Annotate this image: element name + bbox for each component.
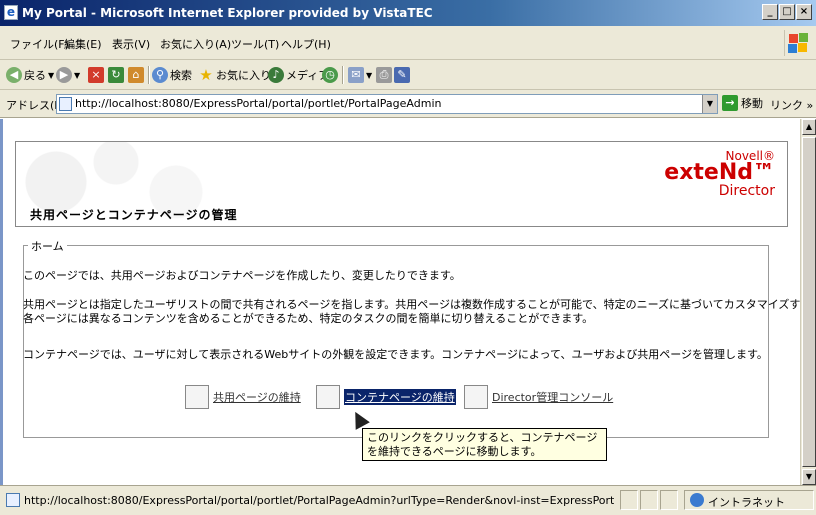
menu-view[interactable]: 表示(V) xyxy=(112,36,150,52)
search-button[interactable]: ⚲ 検索 xyxy=(152,66,192,84)
address-url: http://localhost:8080/ExpressPortal/port… xyxy=(75,97,442,110)
mail-button[interactable]: ✉ ▼ xyxy=(348,66,372,84)
edit-button[interactable]: ✎ xyxy=(394,66,412,84)
window-title-bar[interactable]: e My Portal - Microsoft Internet Explore… xyxy=(0,0,816,26)
stop-button[interactable]: × xyxy=(88,66,106,84)
media-icon: ♪ xyxy=(268,67,284,83)
star-icon: ★ xyxy=(199,66,213,84)
favorites-button[interactable]: ★ お気に入り xyxy=(198,66,271,84)
search-icon: ⚲ xyxy=(152,67,168,83)
page-content: 共用ページとコンテナページの管理 Novell® exteNd™ Directo… xyxy=(0,119,800,485)
print-button[interactable]: ⎙ xyxy=(376,66,394,84)
page-icon xyxy=(59,97,72,111)
ie-app-icon: e xyxy=(4,5,18,20)
home-button[interactable]: ⌂ xyxy=(128,66,146,84)
intranet-globe-icon xyxy=(690,493,704,507)
address-dropdown-button[interactable]: ▼ xyxy=(702,95,717,113)
status-url: http://localhost:8080/ExpressPortal/port… xyxy=(24,494,614,507)
menu-file[interactable]: ファイル(F) xyxy=(10,36,69,52)
media-button[interactable]: ♪ メディア xyxy=(268,66,329,84)
menu-edit[interactable]: 編集(E) xyxy=(64,36,102,52)
windows-logo-icon xyxy=(784,30,810,56)
forward-button[interactable]: ▶ ▼ xyxy=(56,66,80,84)
scroll-down-button[interactable]: ▼ xyxy=(802,469,816,485)
home-legend: ホーム xyxy=(28,238,67,254)
novell-extend-logo: Novell® exteNd™ Director xyxy=(664,149,775,199)
history-icon: ◷ xyxy=(322,67,338,83)
back-label: 戻る xyxy=(24,69,46,82)
director-console-label[interactable]: Director管理コンソール xyxy=(492,389,613,405)
address-bar: アドレス(D) http://localhost:8080/ExpressPor… xyxy=(0,90,816,118)
director-console-link[interactable]: Director管理コンソール xyxy=(464,385,613,409)
maximize-button[interactable]: □ xyxy=(779,4,795,20)
back-arrow-icon: ◀ xyxy=(6,67,22,83)
shared-page-maintenance-link[interactable]: 共用ページの維持 xyxy=(185,385,301,409)
menu-help[interactable]: ヘルプ(H) xyxy=(281,36,331,52)
container-pages-icon xyxy=(316,385,340,409)
print-icon: ⎙ xyxy=(376,67,392,83)
edit-page-icon: ✎ xyxy=(394,67,410,83)
shared-page-text-line2: 各ページには異なるコンテンツを含めることができるため、特定のタスクの間を簡単に切… xyxy=(23,312,594,325)
link-tooltip: このリンクをクリックすると、コンテナページを維持できるページに移動します。 xyxy=(362,428,607,461)
toolbar: ◀ 戻る ▼ ▶ ▼ × ↻ ⌂ ⚲ 検索 ★ お気に入り ♪ メディア ◷ ✉… xyxy=(0,60,816,90)
stop-icon: × xyxy=(88,67,104,83)
menu-bar: ファイル(F) 編集(E) 表示(V) お気に入り(A) ツール(T) ヘルプ(… xyxy=(0,26,816,60)
shared-page-text-line1: 共用ページとは指定したユーザリストの間で共有されるページを指します。共用ページは… xyxy=(23,298,800,311)
favorites-label: お気に入り xyxy=(216,69,271,82)
minimize-button[interactable]: _ xyxy=(762,4,778,20)
status-bar: http://localhost:8080/ExpressPortal/port… xyxy=(0,485,816,515)
shared-page-maintenance-label[interactable]: 共用ページの維持 xyxy=(213,389,301,405)
back-button[interactable]: ◀ 戻る ▼ xyxy=(6,66,54,84)
menu-tools[interactable]: ツール(T) xyxy=(231,36,279,52)
portal-banner: 共用ページとコンテナページの管理 Novell® exteNd™ Directo… xyxy=(15,141,788,227)
refresh-icon: ↻ xyxy=(108,67,124,83)
address-input[interactable]: http://localhost:8080/ExpressPortal/port… xyxy=(56,94,718,114)
search-label: 検索 xyxy=(170,69,192,82)
scroll-up-button[interactable]: ▲ xyxy=(802,119,816,135)
window-title: My Portal - Microsoft Internet Explorer … xyxy=(22,6,433,20)
zone-label: イントラネット xyxy=(708,496,785,509)
forward-arrow-icon: ▶ xyxy=(56,67,72,83)
shared-pages-icon xyxy=(185,385,209,409)
history-button[interactable]: ◷ xyxy=(322,66,340,84)
links-button[interactable]: リンク » xyxy=(770,97,813,113)
status-page-icon xyxy=(6,493,20,507)
container-page-text: コンテナページでは、ユーザに対して表示されるWebサイトの外観を設定できます。コ… xyxy=(23,348,768,361)
go-arrow-icon: → xyxy=(722,95,738,111)
menu-favorites[interactable]: お気に入り(A) xyxy=(160,36,231,52)
go-button[interactable]: → 移動 xyxy=(722,95,763,111)
close-button[interactable]: × xyxy=(796,4,812,20)
mail-icon: ✉ xyxy=(348,67,364,83)
container-page-maintenance-link[interactable]: コンテナページの維持 xyxy=(316,385,456,409)
go-label: 移動 xyxy=(741,97,763,110)
vertical-scrollbar[interactable]: ▲ ▼ xyxy=(800,119,816,485)
container-page-maintenance-label[interactable]: コンテナページの維持 xyxy=(344,389,456,405)
banner-title: 共用ページとコンテナページの管理 xyxy=(30,208,238,222)
scroll-thumb[interactable] xyxy=(802,137,816,467)
refresh-button[interactable]: ↻ xyxy=(108,66,126,84)
intro-text: このページでは、共用ページおよびコンテナページを作成したり、変更したりできます。 xyxy=(23,269,461,282)
home-icon: ⌂ xyxy=(128,67,144,83)
director-console-icon xyxy=(464,385,488,409)
